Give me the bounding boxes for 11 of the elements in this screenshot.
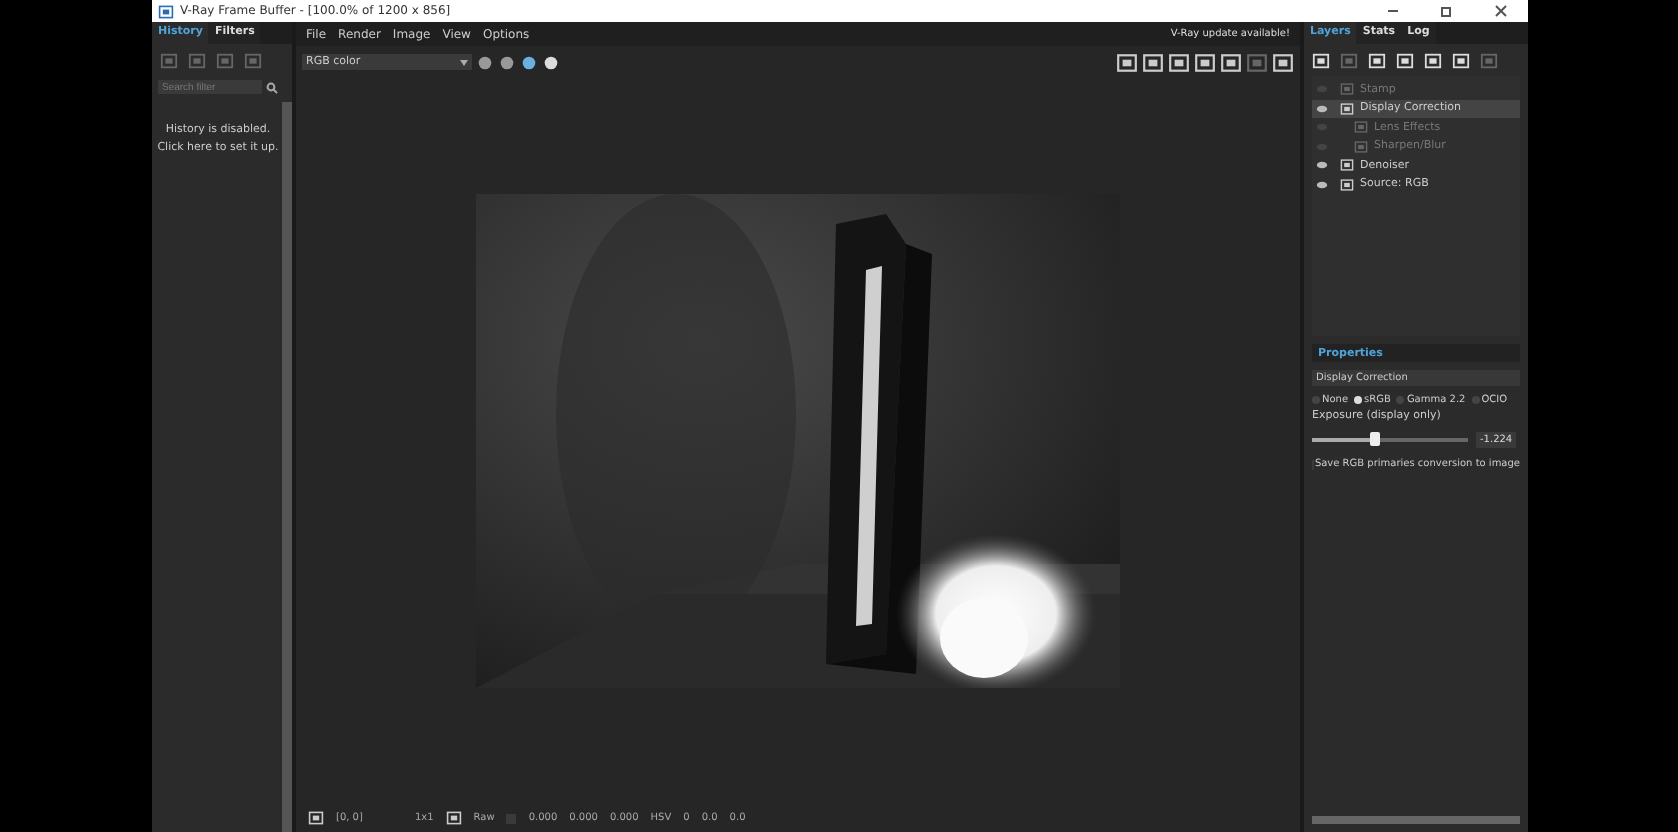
minimize-icon[interactable]: [1386, 4, 1400, 18]
alpha-channel-icon[interactable]: [542, 53, 560, 71]
scrollbar[interactable]: [1312, 815, 1520, 823]
eye-icon[interactable]: [1316, 103, 1328, 114]
app-icon[interactable]: [158, 3, 174, 19]
caret-icon: [460, 59, 468, 65]
search-icon[interactable]: [266, 81, 278, 93]
restore-icon[interactable]: [1440, 4, 1454, 18]
scrollbar[interactable]: [282, 102, 292, 832]
slider-thumb[interactable]: [1370, 432, 1381, 446]
close-icon[interactable]: [1494, 4, 1508, 18]
